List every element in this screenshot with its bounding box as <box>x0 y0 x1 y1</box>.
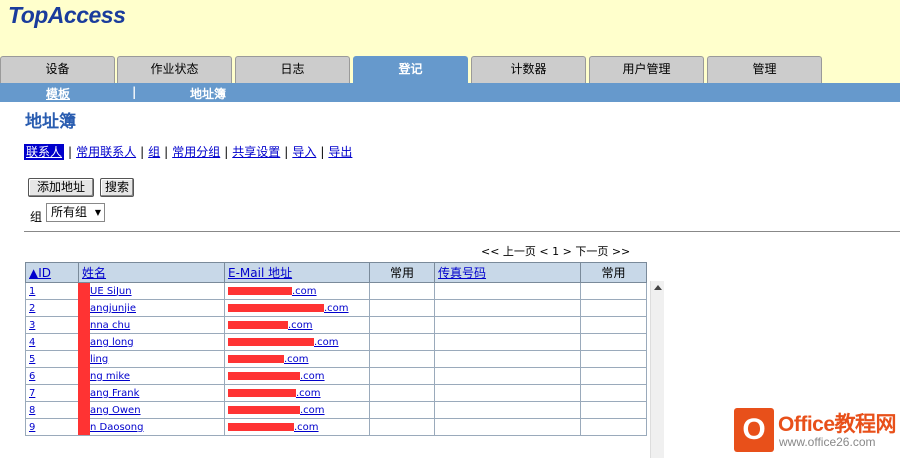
watermark-url: www.office26.com <box>779 435 876 449</box>
redaction <box>228 303 324 312</box>
group-select-value: 所有组 <box>51 205 88 219</box>
link-export[interactable]: 导出 <box>328 145 352 159</box>
table-row: 5 ling .com <box>25 350 647 368</box>
row-email-link[interactable]: .com <box>294 422 319 433</box>
row-name-link[interactable]: ng mike <box>90 371 130 382</box>
header-banner: TopAccess <box>0 0 900 56</box>
row-name-link[interactable]: ang long <box>90 337 134 348</box>
tab-logs[interactable]: 日志 <box>235 56 350 83</box>
table-header-row: ▲ID 姓名 E-Mail 地址 常用 传真号码 常用 <box>25 262 647 283</box>
group-label: 组 <box>30 210 43 224</box>
row-name-link[interactable]: ling <box>90 354 108 365</box>
sub-navigation: 模板 | 地址簿 <box>0 83 900 102</box>
topaccess-logo: TopAccess <box>8 2 126 28</box>
col-fax-header[interactable]: 传真号码 <box>434 262 581 283</box>
redaction <box>228 286 292 295</box>
row-id-link[interactable]: 8 <box>29 405 35 416</box>
watermark: O Office教程网 www.office26.com <box>732 406 898 454</box>
subnav-separator: | <box>132 85 137 99</box>
tab-job-status[interactable]: 作业状态 <box>117 56 232 83</box>
row-name-link[interactable]: ang Owen <box>90 405 141 416</box>
tab-user-management[interactable]: 用户管理 <box>589 56 704 83</box>
table-row: 4 ang long .com <box>25 333 647 351</box>
table-row: 8 ang Owen .com <box>25 401 647 419</box>
watermark-title: Office教程网 <box>778 413 897 436</box>
link-frequent-contacts[interactable]: 常用联系人 <box>76 145 136 159</box>
row-email-link[interactable]: .com <box>324 303 349 314</box>
row-name-link[interactable]: n Daosong <box>90 422 143 433</box>
redaction <box>228 388 296 397</box>
divider <box>24 231 900 232</box>
table-row: 3 nna chu .com <box>25 316 647 334</box>
subnav-template-link[interactable]: 模板 <box>46 85 70 102</box>
table-row: 6 ng mike .com <box>25 367 647 385</box>
row-name-link[interactable]: nna chu <box>90 320 130 331</box>
table-row: 9 n Daosong .com <box>25 418 647 436</box>
col-common1-header: 常用 <box>369 262 435 283</box>
col-name-header[interactable]: 姓名 <box>78 262 225 283</box>
row-email-link[interactable]: .com <box>314 337 339 348</box>
office-logo-icon: O <box>734 408 774 452</box>
row-name-link[interactable]: UE SiJun <box>90 286 132 297</box>
redaction <box>228 337 314 346</box>
row-email-link[interactable]: .com <box>292 286 317 297</box>
redaction <box>228 320 288 329</box>
pagination[interactable]: << 上一页 < 1 > 下一页 >> <box>481 243 630 259</box>
col-email-header[interactable]: E-Mail 地址 <box>224 262 370 283</box>
tab-registration[interactable]: 登记 <box>353 56 468 83</box>
row-id-link[interactable]: 3 <box>29 320 35 331</box>
tab-device[interactable]: 设备 <box>0 56 115 83</box>
table-row: 2 angjunjie .com <box>25 299 647 317</box>
tab-administration[interactable]: 管理 <box>707 56 822 83</box>
table-row: 7 ang Frank .com <box>25 384 647 402</box>
group-select[interactable]: 所有组 ▼ <box>46 203 105 222</box>
row-id-link[interactable]: 1 <box>29 286 35 297</box>
row-email-link[interactable]: .com <box>300 405 325 416</box>
table-row: 1 UE SiJun .com <box>25 282 647 300</box>
link-import[interactable]: 导入 <box>292 145 316 159</box>
link-contacts[interactable]: 联系人 <box>24 144 65 160</box>
row-id-link[interactable]: 2 <box>29 303 35 314</box>
row-id-link[interactable]: 6 <box>29 371 35 382</box>
scroll-up-arrow-icon[interactable] <box>654 285 662 290</box>
search-button[interactable]: 搜索 <box>100 178 134 197</box>
page-title: 地址簿 <box>25 112 76 132</box>
scrollbar[interactable] <box>650 281 664 458</box>
row-email-link[interactable]: .com <box>284 354 309 365</box>
col-common2-header: 常用 <box>580 262 647 283</box>
row-id-link[interactable]: 7 <box>29 388 35 399</box>
add-address-button[interactable]: 添加地址 <box>28 178 94 197</box>
name-redaction-bar <box>78 283 90 435</box>
row-name-link[interactable]: ang Frank <box>90 388 139 399</box>
redaction <box>228 354 284 363</box>
row-id-link[interactable]: 5 <box>29 354 35 365</box>
row-email-link[interactable]: .com <box>288 320 313 331</box>
row-name-link[interactable]: angjunjie <box>90 303 136 314</box>
link-share-settings[interactable]: 共享设置 <box>232 145 280 159</box>
row-email-link[interactable]: .com <box>300 371 325 382</box>
address-book-links: 联系人 | 常用联系人 | 组 | 常用分组 | 共享设置 | 导入 | 导出 <box>24 144 353 160</box>
redaction <box>228 371 300 380</box>
link-frequent-groups[interactable]: 常用分组 <box>172 145 220 159</box>
redaction <box>228 422 294 431</box>
tab-counter[interactable]: 计数器 <box>471 56 586 83</box>
chevron-down-icon: ▼ <box>94 208 101 217</box>
row-id-link[interactable]: 4 <box>29 337 35 348</box>
redaction <box>228 405 300 414</box>
main-tab-bar: 设备 作业状态 日志 登记 计数器 用户管理 管理 <box>0 56 900 83</box>
col-id-header[interactable]: ▲ID <box>25 262 79 283</box>
row-id-link[interactable]: 9 <box>29 422 35 433</box>
link-groups[interactable]: 组 <box>148 145 160 159</box>
address-table: ▲ID 姓名 E-Mail 地址 常用 传真号码 常用 1 UE SiJun .… <box>25 262 647 436</box>
row-email-link[interactable]: .com <box>296 388 321 399</box>
subnav-address-book[interactable]: 地址簿 <box>190 85 226 102</box>
